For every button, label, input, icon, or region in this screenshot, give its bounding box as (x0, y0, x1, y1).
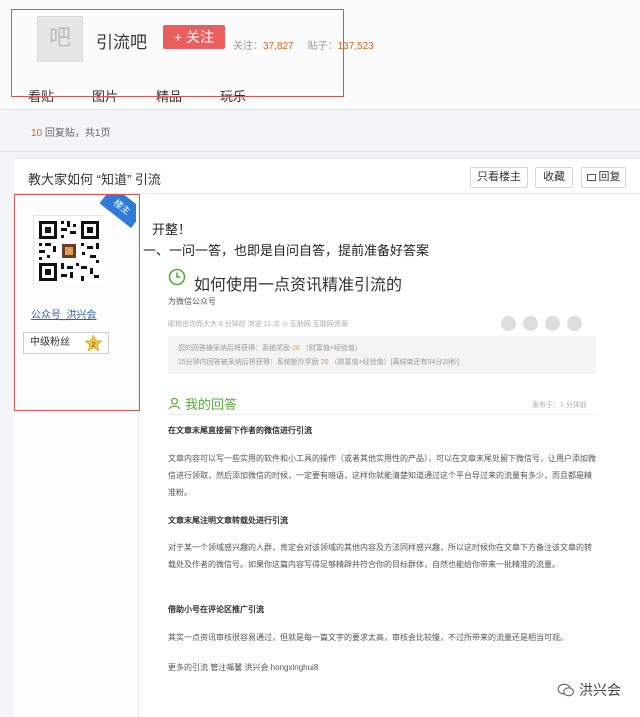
watermark-text: 洪兴会 (579, 682, 621, 698)
reply-button-label: 回复 (598, 171, 621, 183)
clock-icon (168, 268, 186, 286)
qq-icon (545, 316, 560, 331)
favorite-button[interactable]: 收藏 (535, 167, 573, 188)
reward-line-1-value: 20 (291, 345, 300, 352)
my-answer-heading: 我的回答 (168, 394, 237, 413)
answer-footer: 更多的引流 管注嘴馨 洪兴会 hongxinghui8 (168, 663, 319, 672)
answer-paragraph-3: 其实一点资讯审核很容易通过，但就是每一篇文字的要求太高，审核会比较慢，不过所带来… (168, 633, 568, 642)
answer-paragraph-1: 文章内容可以写一些实用的软件和小工具的操作（或者其他实用性的产品），可以在文章末… (168, 454, 596, 497)
reward-line-2-suffix: （财富值+经验值）[离结束还有04分29秒] (330, 359, 460, 366)
divider (168, 414, 596, 415)
weibo-icon (523, 316, 538, 331)
question-title: 如何使用一点资讯精准引流的 (194, 277, 403, 294)
answer-paragraph-2: 对于某一个领域感兴趣的人群，肯定会对该领域的其他内容及方法同样感兴趣，所以这时候… (168, 543, 592, 569)
only-op-button[interactable]: 只看楼主 (470, 167, 528, 188)
reward-info: 您的回答被采纳后将获得：系统奖励 20 （财富值+经验值） 15分钟内回答被采纳… (168, 336, 596, 374)
wechat-icon (501, 316, 516, 331)
post-content: 开整！ 一、一问一答，也即是自问自答，提前准备好答案 如何使用一点资讯精准引流的… (139, 194, 640, 717)
wechat-watermark-icon (557, 683, 574, 697)
embedded-screenshot: 如何使用一点资讯精准引流的 为微信公众号 昵称由你而大大 6 分钟前 浏览 11… (164, 254, 604, 717)
reply-bar: 10 回复贴，共1页 (0, 110, 640, 152)
reply-button[interactable]: 回复 (581, 167, 626, 188)
reward-line-2-prefix: 15分钟内回答被采纳后将获得：系统额外奖励 (178, 359, 319, 366)
author-highlight-box (14, 194, 140, 411)
reply-icon (586, 174, 596, 181)
post-line-1: 开整！ (152, 222, 192, 237)
reply-count: 10 回复贴，共1页 (31, 124, 110, 139)
user-icon (168, 397, 181, 410)
star-icon (567, 316, 582, 331)
reward-line-1-suffix: （财富值+经验值） (301, 345, 362, 352)
answer-time: 发布于：1 分钟前 (532, 402, 587, 409)
answer-heading-2: 文章末尾注明文章转载处进行引流 (168, 516, 288, 525)
reward-line-2-value: 20 (320, 359, 329, 366)
reply-count-text: 回复贴，共1页 (44, 128, 111, 139)
header-highlight-box (11, 9, 344, 97)
share-actions (501, 316, 589, 331)
watermark: 洪兴会 (557, 680, 621, 700)
question-subtitle: 为微信公众号 (168, 297, 216, 306)
reward-line-1-prefix: 您的回答被采纳后将获得：系统奖励 (178, 345, 290, 352)
post-header: 教大家如何 “知道” 引流 只看楼主 收藏 回复 (14, 158, 640, 194)
post-title: 教大家如何 “知道” 引流 (28, 172, 161, 187)
answer-heading-1: 在文章末尾直接留下作者的微信进行引流 (168, 426, 312, 435)
reply-count-number: 10 (31, 128, 43, 139)
my-answer-label: 我的回答 (185, 397, 238, 412)
answer-heading-3: 借助小号在评论区推广引流 (168, 605, 264, 614)
question-meta: 昵称由你而大大 6 分钟前 浏览 11 次 ◎ 互助网 互联网资源 (168, 321, 348, 328)
